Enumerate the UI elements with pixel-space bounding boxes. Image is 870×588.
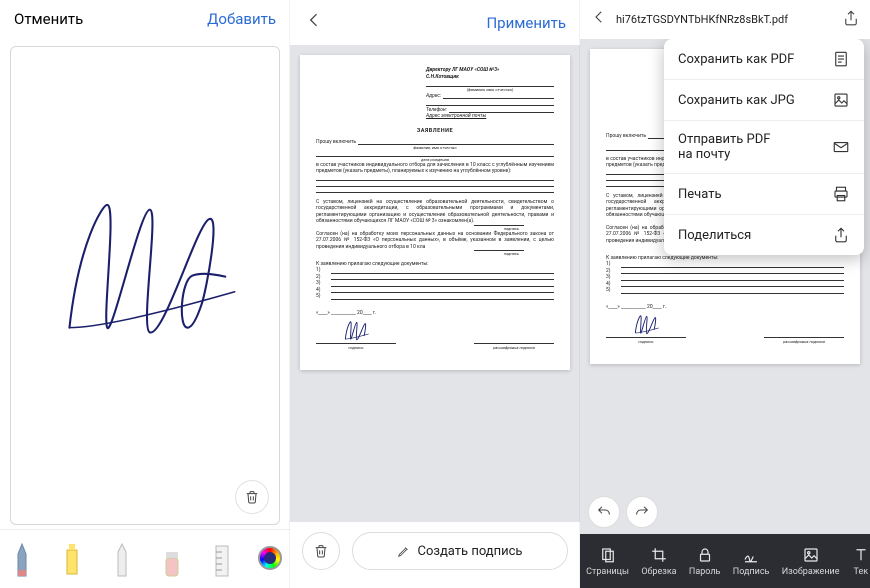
file-icon (832, 50, 850, 68)
apply-button[interactable]: Применить (486, 14, 566, 32)
menu-print[interactable]: Печать (664, 174, 864, 215)
panel1-header: Отменить Добавить (0, 0, 290, 38)
redo-button[interactable] (626, 496, 658, 528)
tool-pages[interactable]: Страницы (586, 546, 629, 577)
mail-icon (832, 138, 850, 156)
back-button[interactable] (590, 8, 608, 31)
signature-canvas[interactable] (10, 46, 280, 525)
document-preview-panel: Применить Директору ЛГ МАОУ «СОШ №3» С.Н… (290, 0, 580, 588)
eraser-tool[interactable] (158, 538, 186, 578)
text-icon (852, 546, 870, 564)
color-picker[interactable] (258, 546, 282, 570)
panel3-viewport: Директору ЛГ МАОУ «СОШ №3» С.Н.Котовщик … (580, 39, 870, 534)
lock-icon (696, 546, 714, 564)
cancel-button[interactable]: Отменить (14, 10, 83, 28)
document-page: Директору ЛГ МАОУ «СОШ №3» С.Н.Котовщик … (300, 55, 570, 370)
chevron-left-icon (590, 8, 608, 26)
menu-save-pdf[interactable]: Сохранить как PDF (664, 39, 864, 80)
undo-icon (596, 504, 612, 520)
image-icon (802, 546, 820, 564)
tool-crop[interactable]: Обрезка (641, 546, 676, 577)
share-menu: Сохранить как PDF Сохранить как JPG Отпр… (664, 39, 864, 255)
panel2-header: Применить (290, 0, 580, 45)
undo-button[interactable] (588, 496, 620, 528)
export-panel: hi76tzTGSDYNTbHKfNRz8sBkT.pdf Директору … (580, 0, 870, 588)
placed-signature (337, 319, 375, 343)
menu-send-pdf[interactable]: Отправить PDFна почту (664, 121, 864, 174)
chevron-left-icon (304, 10, 324, 30)
filename-label: hi76tzTGSDYNTbHKfNRz8sBkT.pdf (616, 13, 834, 26)
delete-signature-button[interactable] (235, 480, 269, 514)
highlighter-tool[interactable] (58, 538, 86, 578)
signature-canvas-wrap (0, 38, 290, 529)
share-icon (832, 226, 850, 244)
delete-button[interactable] (302, 532, 340, 570)
document-viewport[interactable]: Директору ЛГ МАОУ «СОШ №3» С.Н.Котовщик … (290, 45, 580, 522)
signature-editor-panel: Отменить Добавить (0, 0, 290, 588)
drawing-toolbar (0, 529, 290, 588)
doc-title: ЗАЯВЛЕНИЕ (316, 128, 554, 135)
share-icon (842, 9, 860, 27)
print-icon (832, 185, 850, 203)
doc-addressee-name: С.Н.Котовщик (426, 74, 554, 81)
tool-image[interactable]: Изображение (782, 546, 840, 577)
bottom-toolbar: Страницы Обрезка Пароль Подпись Изображе… (580, 534, 870, 588)
marker-tool[interactable] (108, 538, 136, 578)
ruler-tool[interactable] (208, 538, 236, 578)
pages-icon (599, 546, 617, 564)
signature-drawing (50, 186, 240, 356)
trash-icon (244, 489, 260, 505)
add-button[interactable]: Добавить (207, 10, 276, 28)
crop-icon (650, 546, 668, 564)
trash-icon (313, 543, 329, 559)
pen-tool[interactable] (8, 538, 36, 578)
tool-text[interactable]: Тек (852, 546, 870, 577)
panel3-header: hi76tzTGSDYNTbHKfNRz8sBkT.pdf (580, 0, 870, 39)
menu-save-jpg[interactable]: Сохранить как JPG (664, 80, 864, 121)
undo-redo-row (588, 496, 658, 528)
back-button[interactable] (304, 10, 324, 35)
redo-icon (634, 504, 650, 520)
create-signature-button[interactable]: Создать подпись (352, 532, 568, 570)
tool-sign[interactable]: Подпись (733, 546, 770, 577)
placed-signature (627, 313, 665, 337)
sign-icon (742, 546, 760, 564)
share-button[interactable] (842, 9, 860, 31)
panel2-bottom-bar: Создать подпись (290, 522, 580, 588)
pen-icon (397, 544, 411, 558)
menu-share[interactable]: Поделиться (664, 215, 864, 255)
tool-password[interactable]: Пароль (689, 546, 721, 577)
image-icon (832, 91, 850, 109)
